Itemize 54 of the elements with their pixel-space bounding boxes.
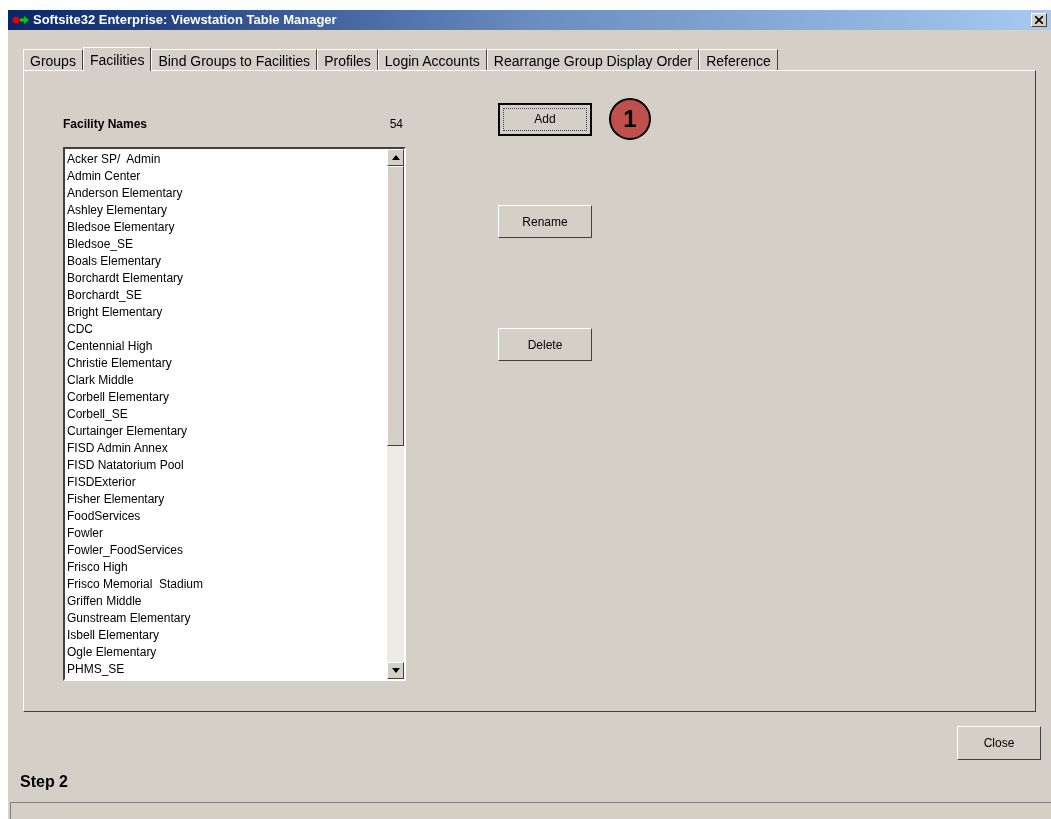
list-item[interactable]: Acker SP/ Admin [67,151,387,168]
action-button[interactable]: Delete [498,328,592,361]
list-item[interactable]: Frisco High [67,559,387,576]
list-item[interactable]: Admin Center [67,168,387,185]
list-item[interactable]: PHMS_SE [67,661,387,678]
window-title: Softsite32 Enterprise: Viewstation Table Manager [33,11,337,30]
list-item[interactable]: FISDExterior [67,474,387,491]
list-item[interactable]: Borchardt Elementary [67,270,387,287]
step-label: Step 2 [20,772,69,792]
scroll-thumb[interactable] [387,166,404,446]
action-button[interactable]: Add [498,102,592,136]
list-item[interactable]: Gunstream Elementary [67,610,387,627]
list-item[interactable]: CDC [67,321,387,338]
list-item[interactable]: Isbell Elementary [67,627,387,644]
list-item[interactable]: Curtainger Elementary [67,423,387,440]
list-item[interactable]: Ogle Elementary [67,644,387,661]
list-heading: Facility Names [63,116,148,133]
list-item[interactable]: Frisco Memorial Stadium [67,576,387,593]
list-item[interactable]: Ashley Elementary [67,202,387,219]
scroll-down-icon[interactable] [387,662,404,679]
list-item[interactable]: Clark Middle [67,372,387,389]
tab[interactable]: Login Accounts [377,49,487,70]
list-item[interactable]: Fisher Elementary [67,491,387,508]
tab[interactable]: Bind Groups to Facilities [151,49,318,70]
tab[interactable]: Facilities [82,47,152,71]
tab[interactable]: Rearrange Group Display Order [486,49,700,70]
scroll-up-icon[interactable] [387,149,404,166]
list-item[interactable]: Griffen Middle [67,593,387,610]
list-item[interactable]: Centennial High [67,338,387,355]
list-item[interactable]: Bledsoe_SE [67,236,387,253]
list-item[interactable]: Corbell_SE [67,406,387,423]
list-item[interactable]: Corbell Elementary [67,389,387,406]
list-item[interactable]: Boals Elementary [67,253,387,270]
action-button[interactable]: Rename [498,205,592,238]
scrollbar[interactable] [387,149,404,679]
list-item[interactable]: Fowler [67,525,387,542]
close-button[interactable]: Close [957,726,1041,760]
list-item[interactable]: Bright Elementary [67,304,387,321]
list-item[interactable]: Bledsoe Elementary [67,219,387,236]
close-icon[interactable] [1031,13,1047,27]
tab[interactable]: Reference [699,49,778,70]
facility-listbox[interactable] [63,147,406,681]
list-item[interactable]: FISD Admin Annex [67,440,387,457]
list-item[interactable]: FoodServices [67,508,387,525]
list-item[interactable]: FISD Natatorium Pool [67,457,387,474]
tab[interactable]: Groups [23,49,83,70]
step-number-badge: 1 [609,98,651,140]
list-item[interactable]: Borchardt_SE [67,287,387,304]
list-item[interactable]: Fowler_FoodServices [67,542,387,559]
list-item[interactable]: Christie Elementary [67,355,387,372]
app-logo-icon [12,15,30,25]
facility-count: 54 [389,116,403,133]
tab[interactable]: Profiles [317,49,378,70]
list-item[interactable]: Anderson Elementary [67,185,387,202]
